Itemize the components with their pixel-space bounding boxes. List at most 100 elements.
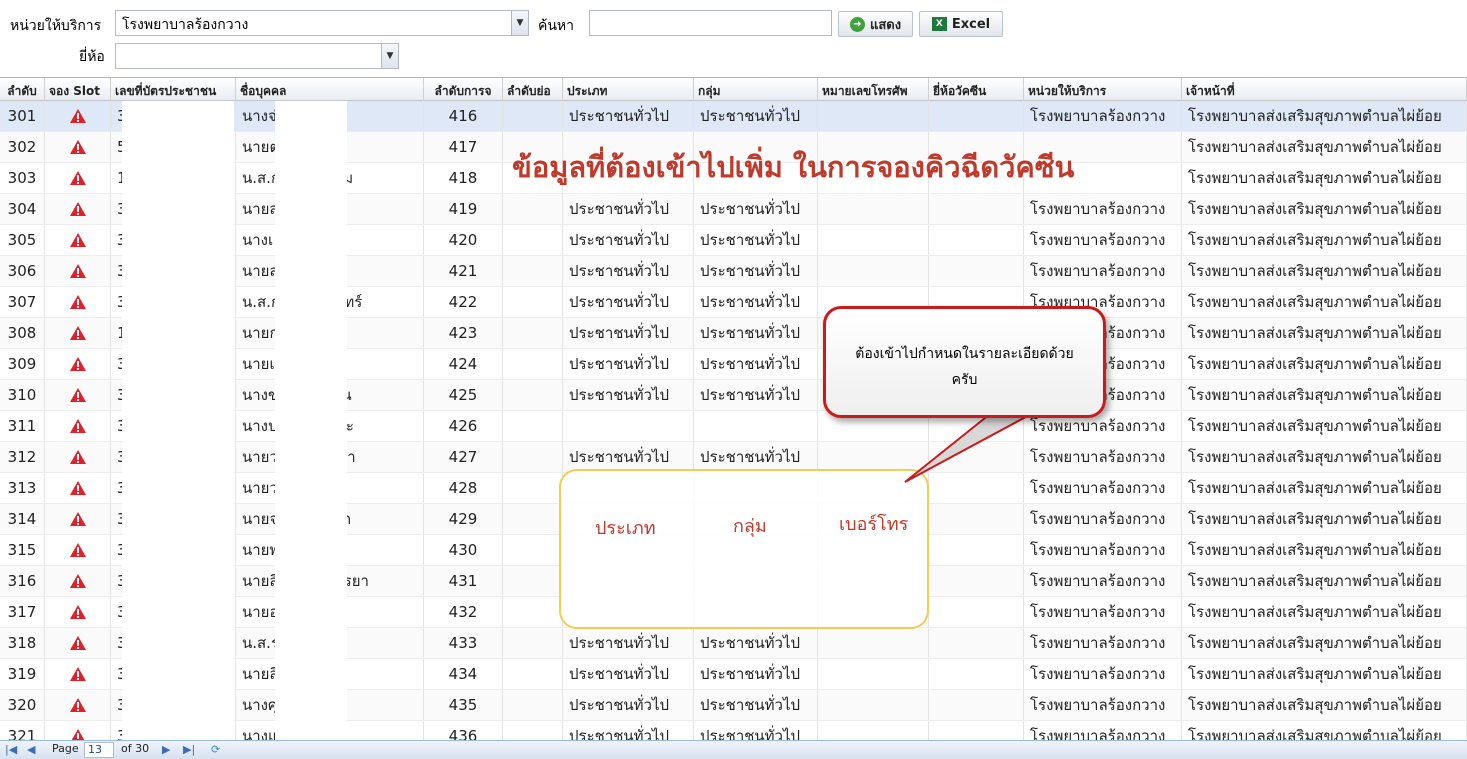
cell-subqueue	[503, 287, 563, 317]
cell-slot[interactable]	[45, 287, 111, 317]
cell-slot[interactable]	[45, 690, 111, 720]
cell-slot[interactable]	[45, 349, 111, 379]
cell-slot[interactable]	[45, 225, 111, 255]
warning-icon[interactable]	[69, 356, 87, 372]
cell-subqueue	[503, 690, 563, 720]
redaction-mask	[122, 690, 234, 721]
cell-slot[interactable]	[45, 597, 111, 627]
column-header-brand[interactable]: ยี่ห้อวัคซีน	[929, 78, 1024, 101]
warning-icon[interactable]	[69, 604, 87, 620]
column-header-type[interactable]: ประเภท	[563, 78, 694, 101]
warning-icon[interactable]	[69, 635, 87, 651]
cell-queue: 434	[424, 659, 503, 689]
warning-icon[interactable]	[69, 232, 87, 248]
cell-slot[interactable]	[45, 318, 111, 348]
column-header-subqueue[interactable]: ลำดับย่อ	[503, 78, 563, 101]
column-header-phone[interactable]: หมายเลขโทรศัพ	[818, 78, 929, 101]
first-page-icon[interactable]: |◀	[5, 743, 17, 756]
cell-slot[interactable]	[45, 411, 111, 441]
cell-staff: โรงพยาบาลส่งเสริมสุขภาพตำบลไผ่ย้อย	[1182, 256, 1467, 286]
warning-icon[interactable]	[69, 170, 87, 186]
warning-icon[interactable]	[69, 697, 87, 713]
chevron-down-icon[interactable]: ▼	[511, 11, 528, 35]
next-page-icon[interactable]: ▶	[162, 743, 170, 756]
table-row[interactable]: 3213นางแดาว436ประชาชนทั่วไปประชาชนทั่วไป…	[0, 721, 1467, 740]
cell-brand	[929, 659, 1024, 689]
warning-icon[interactable]	[69, 108, 87, 124]
table-row[interactable]: 3063นายสนทร์421ประชาชนทั่วไปประชาชนทั่วไ…	[0, 256, 1467, 287]
warning-icon[interactable]	[69, 294, 87, 310]
warning-icon[interactable]	[69, 480, 87, 496]
warning-icon[interactable]	[69, 139, 87, 155]
person-name-start: นายสิ	[242, 665, 279, 683]
cell-slot[interactable]	[45, 194, 111, 224]
cell-slot[interactable]	[45, 163, 111, 193]
cell-brand	[929, 225, 1024, 255]
warning-icon[interactable]	[69, 573, 87, 589]
column-header-queue[interactable]: ลำดับการจ	[424, 78, 503, 101]
column-header-no[interactable]: ลำดับ	[0, 78, 45, 101]
cell-brand	[929, 101, 1024, 131]
cell-no: 310	[0, 380, 45, 410]
cell-slot[interactable]	[45, 504, 111, 534]
warning-icon[interactable]	[69, 449, 87, 465]
cell-slot[interactable]	[45, 473, 111, 503]
cell-no: 312	[0, 442, 45, 472]
table-row[interactable]: 3093นายเนสุข424ประชาชนทั่วไปประชาชนทั่วไ…	[0, 349, 1467, 380]
table-row[interactable]: 3043นายสมือง419ประชาชนทั่วไปประชาชนทั่วไ…	[0, 194, 1467, 225]
refresh-icon[interactable]: ⟳	[211, 743, 220, 756]
column-header-slot[interactable]: จอง Slot	[45, 78, 111, 101]
search-input[interactable]	[589, 10, 832, 36]
service-unit-select[interactable]: โรงพยาบาลร้องกวาง ▼	[115, 10, 529, 36]
warning-icon[interactable]	[69, 263, 87, 279]
table-row[interactable]: 3053นางเมือง420ประชาชนทั่วไปประชาชนทั่วไ…	[0, 225, 1467, 256]
warning-icon[interactable]	[69, 201, 87, 217]
warning-icon[interactable]	[69, 728, 87, 740]
redaction-mask	[122, 318, 234, 349]
warning-icon[interactable]	[69, 511, 87, 527]
table-row[interactable]: 3203นางศุอุ่น435ประชาชนทั่วไปประชาชนทั่ว…	[0, 690, 1467, 721]
table-row[interactable]: 3113นางปตาตะ426โรงพยาบาลร้องกวางโรงพยาบา…	[0, 411, 1467, 442]
chevron-down-icon[interactable]: ▼	[381, 44, 398, 68]
warning-icon[interactable]	[69, 666, 87, 682]
show-button-label: แสดง	[869, 17, 902, 33]
cell-slot[interactable]	[45, 535, 111, 565]
table-row[interactable]: 3013นางจ่ม416ประชาชนทั่วไปประชาชนทั่วไปโ…	[0, 101, 1467, 132]
column-header-id[interactable]: เลขที่บัตรประชาชน	[111, 78, 236, 101]
cell-slot[interactable]	[45, 132, 111, 162]
cell-slot[interactable]	[45, 566, 111, 596]
warning-icon[interactable]	[69, 325, 87, 341]
cell-slot[interactable]	[45, 256, 111, 286]
warning-icon[interactable]	[69, 387, 87, 403]
last-page-icon[interactable]: ▶|	[183, 743, 195, 756]
cell-slot[interactable]	[45, 380, 111, 410]
page-number-input[interactable]: 13	[84, 742, 114, 758]
cell-queue: 432	[424, 597, 503, 627]
cell-slot[interactable]	[45, 659, 111, 689]
cell-subqueue	[503, 597, 563, 627]
column-header-unit[interactable]: หน่วยให้บริการ	[1024, 78, 1182, 101]
table-row[interactable]: 3103นางขเลอน425ประชาชนทั่วไปประชาชนทั่วไ…	[0, 380, 1467, 411]
column-header-name[interactable]: ชื่อบุคคล	[236, 78, 424, 101]
column-header-group[interactable]: กลุ่ม	[694, 78, 818, 101]
prev-page-icon[interactable]: ◀	[27, 743, 35, 756]
cell-slot[interactable]	[45, 628, 111, 658]
redaction-mask	[275, 473, 347, 504]
excel-button[interactable]: X Excel	[919, 11, 1003, 37]
cell-group	[694, 411, 818, 441]
warning-icon[interactable]	[69, 542, 87, 558]
brand-select[interactable]: ▼	[115, 43, 399, 69]
warning-icon[interactable]	[69, 418, 87, 434]
show-button[interactable]: ➜ แสดง	[838, 11, 913, 37]
cell-subqueue	[503, 349, 563, 379]
table-row[interactable]: 3073น.ส.กงจันทร์422ประชาชนทั่วไปประชาชนท…	[0, 287, 1467, 318]
table-row[interactable]: 3193นายสิอุ่น434ประชาชนทั่วไปประชาชนทั่ว…	[0, 659, 1467, 690]
table-row[interactable]: 3183น.ส.รบาง433ประชาชนทั่วไปประชาชนทั่วไ…	[0, 628, 1467, 659]
column-header-staff[interactable]: เจ้าหน้าที่	[1182, 78, 1467, 101]
cell-slot[interactable]	[45, 721, 111, 740]
cell-slot[interactable]	[45, 101, 111, 131]
cell-slot[interactable]	[45, 442, 111, 472]
cell-no: 301	[0, 101, 45, 131]
cell-unit: โรงพยาบาลร้องกวาง	[1024, 535, 1182, 565]
table-row[interactable]: 3081นายกม423ประชาชนทั่วไปประชาชนทั่วไปโร…	[0, 318, 1467, 349]
